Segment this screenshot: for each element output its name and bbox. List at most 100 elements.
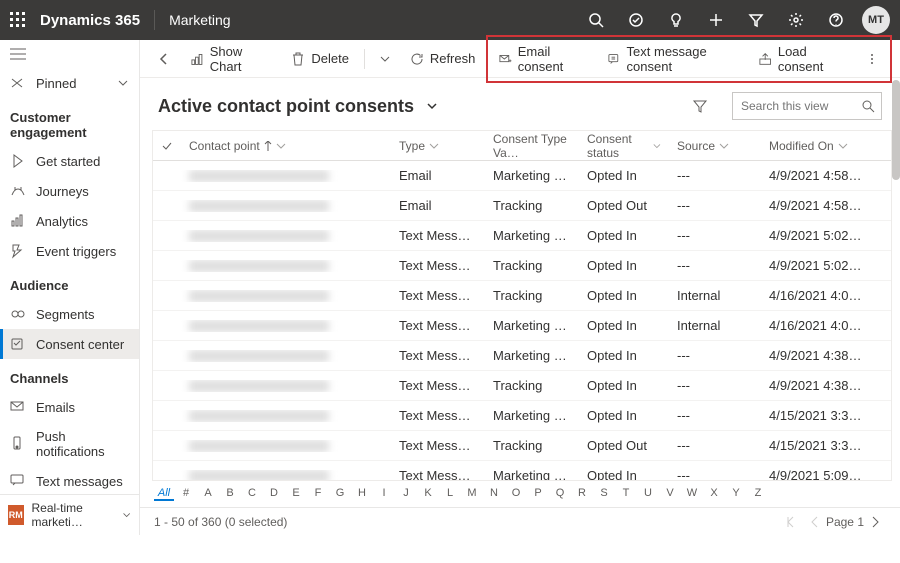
prev-page-icon[interactable] [808, 515, 822, 529]
alpha-G[interactable]: G [330, 487, 350, 501]
more-vertical-icon [865, 52, 879, 66]
search-input[interactable] [732, 92, 882, 120]
cell-modified: 4/9/2021 5:02 … [761, 228, 871, 243]
alpha-Q[interactable]: Q [550, 487, 570, 501]
delete-button[interactable]: Delete [282, 46, 358, 71]
alpha-W[interactable]: W [682, 487, 702, 501]
alpha-R[interactable]: R [572, 487, 592, 501]
table-row[interactable]: Text MessageMarketing Co…Opted In---4/9/… [153, 341, 891, 371]
delete-dropdown[interactable] [371, 49, 399, 69]
chevron-down-icon [838, 141, 848, 151]
hamburger-icon[interactable] [10, 48, 26, 60]
table-row[interactable]: Text MessageTrackingOpted InInternal4/16… [153, 281, 891, 311]
chevron-down-icon [653, 141, 661, 151]
email-consent-button[interactable]: Email consent [490, 39, 599, 79]
alpha-L[interactable]: L [440, 487, 460, 501]
sidebar-item-analytics[interactable]: Analytics [0, 206, 139, 236]
more-commands-button[interactable] [856, 47, 888, 71]
trigger-icon [10, 243, 26, 259]
sidebar-item-segments[interactable]: Segments [0, 299, 139, 329]
alpha-A[interactable]: A [198, 487, 218, 501]
table-row[interactable]: Text MessageMarketing Co…Opted In---4/15… [153, 401, 891, 431]
col-type[interactable]: Type [391, 139, 485, 153]
record-count: 1 - 50 of 360 (0 selected) [154, 515, 287, 529]
alpha-S[interactable]: S [594, 487, 614, 501]
text-consent-button[interactable]: Text message consent [599, 39, 750, 79]
scrollbar[interactable] [892, 80, 900, 180]
sidebar-item-text-messages[interactable]: Text messages [0, 466, 139, 496]
alpha-N[interactable]: N [484, 487, 504, 501]
table-row[interactable]: Text MessageMarketing Co…Opted In---4/9/… [153, 221, 891, 251]
view-title[interactable]: Active contact point consents [158, 96, 414, 117]
table-row[interactable]: Text MessageMarketing Co…Opted InInterna… [153, 311, 891, 341]
sidebar-item-journeys[interactable]: Journeys [0, 176, 139, 206]
alpha-J[interactable]: J [396, 487, 416, 501]
alpha-P[interactable]: P [528, 487, 548, 501]
sidebar-pinned[interactable]: Pinned [0, 68, 139, 98]
avatar[interactable]: MT [862, 6, 890, 34]
col-source[interactable]: Source [669, 139, 761, 153]
alpha-K[interactable]: K [418, 487, 438, 501]
redacted-value [189, 200, 329, 212]
table-row[interactable]: EmailMarketing Co…Opted In---4/9/2021 4:… [153, 161, 891, 191]
col-status[interactable]: Consent status [579, 132, 669, 160]
cell-status: Opted In [579, 408, 669, 423]
col-contact-point[interactable]: Contact point [181, 139, 391, 153]
alpha-All[interactable]: All [154, 487, 174, 501]
alpha-Y[interactable]: Y [726, 487, 746, 501]
cell-type: Text Message [391, 468, 485, 481]
sidebar-item-label: Consent center [36, 337, 124, 352]
cell-source: --- [669, 198, 761, 213]
sidebar-item-get-started[interactable]: Get started [0, 146, 139, 176]
chevron-down-icon[interactable] [426, 100, 438, 112]
next-page-icon[interactable] [868, 515, 882, 529]
table-row[interactable]: EmailTrackingOpted Out---4/9/2021 4:58 … [153, 191, 891, 221]
alpha-H[interactable]: H [352, 487, 372, 501]
load-consent-button[interactable]: Load consent [750, 39, 856, 79]
alpha-M[interactable]: M [462, 487, 482, 501]
table-row[interactable]: Text MessageTrackingOpted In---4/9/2021 … [153, 371, 891, 401]
table-row[interactable]: Text MessageTrackingOpted In---4/9/2021 … [153, 251, 891, 281]
sidebar-item-emails[interactable]: Emails [0, 392, 139, 422]
alpha-I[interactable]: I [374, 487, 394, 501]
alpha-T[interactable]: T [616, 487, 636, 501]
search-icon[interactable] [861, 99, 875, 113]
alpha-#[interactable]: # [176, 487, 196, 501]
cell-status: Opted In [579, 288, 669, 303]
table-row[interactable]: Text MessageMarketing Co…Opted In---4/9/… [153, 461, 891, 481]
alpha-X[interactable]: X [704, 487, 724, 501]
redacted-value [189, 260, 329, 272]
cell-type: Text Message [391, 228, 485, 243]
alpha-Z[interactable]: Z [748, 487, 768, 501]
select-all-checkbox[interactable] [153, 140, 181, 152]
alpha-F[interactable]: F [308, 487, 328, 501]
redacted-value [189, 380, 329, 392]
col-modified[interactable]: Modified On [761, 139, 871, 153]
filter-icon[interactable] [692, 98, 708, 114]
sidebar-item-label: Text messages [36, 474, 123, 489]
first-page-icon[interactable] [786, 515, 800, 529]
area-switcher[interactable]: RM Real-time marketi… [0, 494, 139, 535]
alpha-E[interactable]: E [286, 487, 306, 501]
alpha-C[interactable]: C [242, 487, 262, 501]
sidebar-item-push-notifications[interactable]: Push notifications [0, 422, 139, 466]
sidebar-item-consent-center[interactable]: Consent center [0, 329, 139, 359]
show-chart-button[interactable]: Show Chart [182, 39, 280, 79]
chevron-down-icon [117, 77, 129, 89]
alpha-O[interactable]: O [506, 487, 526, 501]
alpha-B[interactable]: B [220, 487, 240, 501]
sidebar-item-event-triggers[interactable]: Event triggers [0, 236, 139, 266]
alpha-filter: All#ABCDEFGHIJKLMNOPQRSTUVWXYZ [140, 481, 900, 507]
pin-icon [10, 75, 26, 91]
alpha-D[interactable]: D [264, 487, 284, 501]
alpha-U[interactable]: U [638, 487, 658, 501]
alpha-V[interactable]: V [660, 487, 680, 501]
refresh-button[interactable]: Refresh [401, 46, 485, 71]
sidebar-item-label: Push notifications [36, 429, 129, 459]
col-consent-type[interactable]: Consent Type Va… [485, 132, 579, 160]
table-row[interactable]: Text MessageTrackingOpted Out---4/15/202… [153, 431, 891, 461]
waffle-icon[interactable] [10, 12, 26, 28]
back-button[interactable] [148, 47, 180, 71]
cell-status: Opted In [579, 168, 669, 183]
cell-status: Opted Out [579, 438, 669, 453]
